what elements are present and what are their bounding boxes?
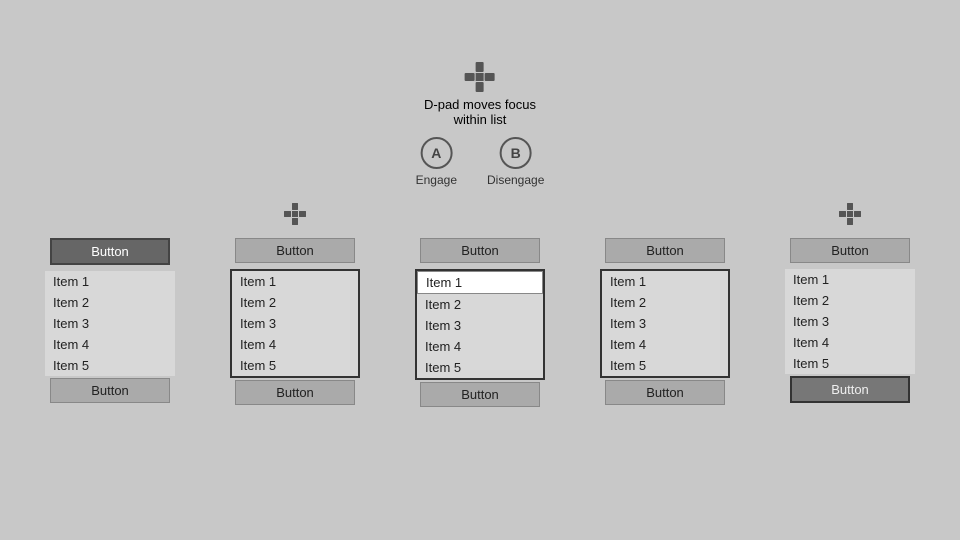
dpad-info-text: D-pad moves focus within list [424, 97, 536, 127]
list-item[interactable]: Item 2 [602, 292, 728, 313]
dpad-icon-center [463, 60, 497, 97]
bottom-button-col1[interactable]: Button [50, 378, 170, 403]
list-col2: Item 1Item 2Item 3Item 4Item 5 [230, 269, 360, 378]
list-col1: Item 1Item 2Item 3Item 4Item 5 [45, 271, 175, 376]
list-item[interactable]: Item 3 [45, 313, 175, 334]
list-item[interactable]: Item 3 [785, 311, 915, 332]
top-button-col1[interactable]: Button [50, 238, 170, 265]
list-col5: Item 1Item 2Item 3Item 4Item 5 [785, 269, 915, 374]
list-item[interactable]: Item 1 [602, 271, 728, 292]
column-4: ButtonItem 1Item 2Item 3Item 4Item 5Butt… [573, 200, 758, 409]
list-item[interactable]: Item 5 [45, 355, 175, 376]
list-item[interactable]: Item 2 [417, 294, 543, 315]
list-item[interactable]: Item 5 [602, 355, 728, 376]
disengage-group: B Disengage [487, 137, 544, 187]
list-item[interactable]: Item 5 [232, 355, 358, 376]
list-item[interactable]: Item 5 [417, 357, 543, 378]
list-item[interactable]: Item 1 [232, 271, 358, 292]
button-icon-group: A Engage B Disengage [416, 137, 545, 187]
bottom-button-col3[interactable]: Button [420, 382, 540, 407]
column-1: ButtonItem 1Item 2Item 3Item 4Item 5Butt… [18, 200, 203, 407]
list-col3: Item 1Item 2Item 3Item 4Item 5 [415, 269, 545, 380]
dpad-icon-col5 [838, 200, 862, 228]
list-item[interactable]: Item 4 [417, 336, 543, 357]
engage-label: Engage [416, 173, 457, 187]
list-item[interactable]: Item 2 [232, 292, 358, 313]
list-item[interactable]: Item 1 [417, 271, 543, 294]
column-5: ButtonItem 1Item 2Item 3Item 4Item 5Butt… [758, 200, 943, 407]
top-button-col4[interactable]: Button [605, 238, 725, 263]
list-item[interactable]: Item 5 [785, 353, 915, 374]
center-info: D-pad moves focus within list A Engage B… [416, 60, 545, 187]
engage-group: A Engage [416, 137, 457, 187]
disengage-label: Disengage [487, 173, 544, 187]
list-item[interactable]: Item 3 [232, 313, 358, 334]
dpad-icon-col2 [283, 200, 307, 228]
list-item[interactable]: Item 3 [602, 313, 728, 334]
list-item[interactable]: Item 1 [785, 269, 915, 290]
column-2: ButtonItem 1Item 2Item 3Item 4Item 5Butt… [203, 200, 388, 409]
top-button-col2[interactable]: Button [235, 238, 355, 263]
columns-row: ButtonItem 1Item 2Item 3Item 4Item 5Butt… [0, 200, 960, 411]
column-3: ButtonItem 1Item 2Item 3Item 4Item 5Butt… [388, 200, 573, 411]
list-item[interactable]: Item 4 [232, 334, 358, 355]
b-button-icon: B [500, 137, 532, 169]
list-item[interactable]: Item 4 [785, 332, 915, 353]
bottom-button-col4[interactable]: Button [605, 380, 725, 405]
list-item[interactable]: Item 4 [45, 334, 175, 355]
list-item[interactable]: Item 4 [602, 334, 728, 355]
list-col4: Item 1Item 2Item 3Item 4Item 5 [600, 269, 730, 378]
list-item[interactable]: Item 1 [45, 271, 175, 292]
a-button-icon: A [420, 137, 452, 169]
top-button-col3[interactable]: Button [420, 238, 540, 263]
bottom-button-col5[interactable]: Button [790, 376, 910, 403]
top-button-col5[interactable]: Button [790, 238, 910, 263]
list-item[interactable]: Item 2 [45, 292, 175, 313]
list-item[interactable]: Item 3 [417, 315, 543, 336]
bottom-button-col2[interactable]: Button [235, 380, 355, 405]
list-item[interactable]: Item 2 [785, 290, 915, 311]
